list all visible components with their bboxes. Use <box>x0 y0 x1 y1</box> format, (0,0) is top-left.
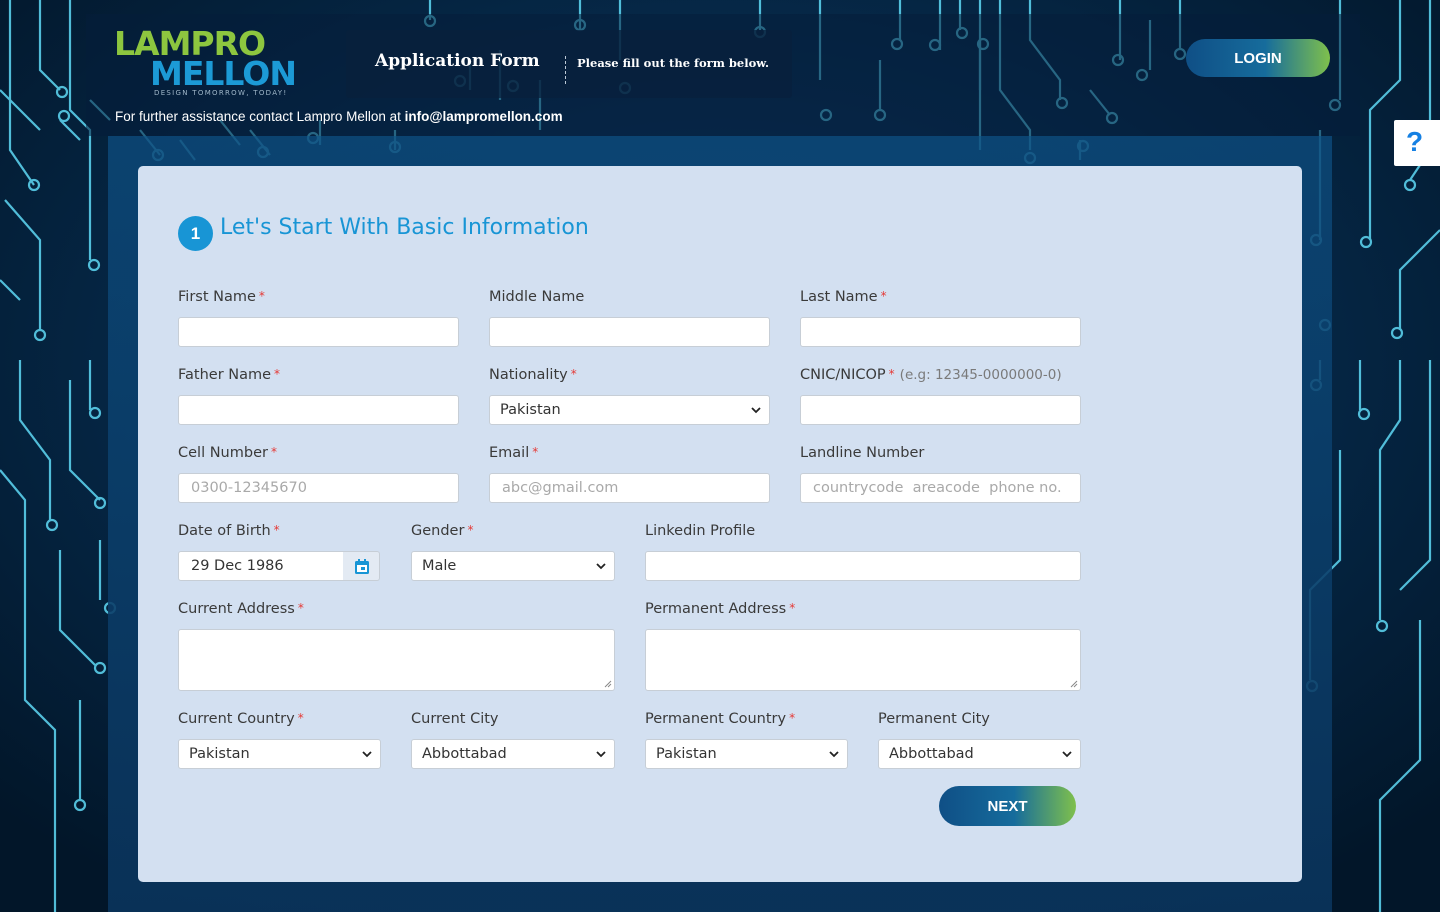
required-mark: * <box>532 445 539 459</box>
cell-number-label: Cell Number * <box>178 445 277 461</box>
contact-email-link[interactable]: info@lampromellon.com <box>405 109 563 124</box>
landline-label: Landline Number <box>800 445 925 461</box>
permanent-country-label-text: Permanent Country <box>645 711 787 727</box>
chevron-down-icon <box>1062 751 1072 758</box>
chevron-down-icon <box>596 563 606 570</box>
login-button[interactable]: LOGIN <box>1186 39 1330 77</box>
section-title: Let's Start With Basic Information <box>220 215 589 240</box>
resize-grip-icon[interactable] <box>604 680 612 688</box>
first-name-input[interactable] <box>178 317 459 347</box>
page-title: Application Form <box>375 51 540 71</box>
required-mark: * <box>467 523 474 537</box>
contact-line: For further assistance contact Lampro Me… <box>115 109 563 124</box>
first-name-label: First Name * <box>178 289 265 305</box>
current-country-label: Current Country * <box>178 711 304 727</box>
father-name-label: Father Name * <box>178 367 280 383</box>
required-mark: * <box>273 523 280 537</box>
current-address-label: Current Address * <box>178 601 304 617</box>
required-mark: * <box>789 601 796 615</box>
current-city-select[interactable]: Abbottabad <box>411 739 615 769</box>
required-mark: * <box>789 711 796 725</box>
cell-number-label-text: Cell Number <box>178 445 268 461</box>
calendar-icon <box>355 559 369 574</box>
cnic-label-text: CNIC/NICOP <box>800 367 886 383</box>
email-label: Email * <box>489 445 538 461</box>
nationality-value: Pakistan <box>500 402 561 418</box>
last-name-label-text: Last Name <box>800 289 878 305</box>
chevron-down-icon <box>829 751 839 758</box>
current-address-textarea[interactable] <box>178 629 615 691</box>
current-country-value: Pakistan <box>189 746 250 762</box>
permanent-address-label-text: Permanent Address <box>645 601 787 617</box>
gender-select[interactable]: Male <box>411 551 615 581</box>
current-city-label: Current City <box>411 711 499 727</box>
linkedin-label: Linkedin Profile <box>645 523 756 539</box>
permanent-address-label: Permanent Address * <box>645 601 795 617</box>
email-label-text: Email <box>489 445 530 461</box>
required-mark: * <box>297 711 304 725</box>
gender-value: Male <box>422 558 457 574</box>
last-name-input[interactable] <box>800 317 1081 347</box>
email-input[interactable]: abc@gmail.com <box>489 473 770 503</box>
required-mark: * <box>888 367 895 381</box>
dob-label: Date of Birth * <box>178 523 280 539</box>
required-mark: * <box>297 601 304 615</box>
calendar-button[interactable] <box>343 551 380 581</box>
chevron-down-icon <box>751 407 761 414</box>
current-country-select[interactable]: Pakistan <box>178 739 381 769</box>
required-mark: * <box>270 445 277 459</box>
permanent-city-select[interactable]: Abbottabad <box>878 739 1081 769</box>
linkedin-input[interactable] <box>645 551 1081 581</box>
cnic-label: CNIC/NICOP * (e.g: 12345-0000000-0) <box>800 367 1062 383</box>
current-address-label-text: Current Address <box>178 601 295 617</box>
cnic-input[interactable] <box>800 395 1081 425</box>
permanent-country-select[interactable]: Pakistan <box>645 739 848 769</box>
current-city-value: Abbottabad <box>422 746 507 762</box>
logo-tagline: DESIGN TOMORROW, TODAY! <box>154 89 288 97</box>
gender-label: Gender * <box>411 523 473 539</box>
title-divider <box>565 56 566 84</box>
gender-label-text: Gender <box>411 523 465 539</box>
middle-name-label: Middle Name <box>489 289 585 305</box>
chevron-down-icon <box>596 751 606 758</box>
father-name-input[interactable] <box>178 395 459 425</box>
step-badge: 1 <box>178 216 213 251</box>
chevron-down-icon <box>362 751 372 758</box>
help-icon: ? <box>1406 126 1424 157</box>
nationality-select[interactable]: Pakistan <box>489 395 770 425</box>
permanent-city-label: Permanent City <box>878 711 990 727</box>
dob-input[interactable]: 29 Dec 1986 <box>178 551 344 581</box>
nationality-label-text: Nationality <box>489 367 568 383</box>
cell-number-input[interactable]: 0300-12345670 <box>178 473 459 503</box>
nationality-label: Nationality * <box>489 367 577 383</box>
contact-text: For further assistance contact Lampro Me… <box>115 109 405 124</box>
first-name-label-text: First Name <box>178 289 256 305</box>
next-button[interactable]: NEXT <box>939 786 1076 826</box>
middle-name-input[interactable] <box>489 317 770 347</box>
permanent-country-value: Pakistan <box>656 746 717 762</box>
help-button[interactable]: ? <box>1394 120 1440 166</box>
resize-grip-icon[interactable] <box>1070 680 1078 688</box>
required-mark: * <box>258 289 265 303</box>
page-subtitle: Please fill out the form below. <box>577 56 770 70</box>
permanent-address-textarea[interactable] <box>645 629 1081 691</box>
last-name-label: Last Name * <box>800 289 887 305</box>
father-name-label-text: Father Name <box>178 367 272 383</box>
required-mark: * <box>880 289 887 303</box>
current-country-label-text: Current Country <box>178 711 295 727</box>
required-mark: * <box>274 367 281 381</box>
cnic-hint: (e.g: 12345-0000000-0) <box>899 367 1062 383</box>
permanent-city-value: Abbottabad <box>889 746 974 762</box>
permanent-country-label: Permanent Country * <box>645 711 795 727</box>
logo-text-bottom: MELLON <box>150 54 297 93</box>
landline-input[interactable]: countrycode areacode phone no. <box>800 473 1081 503</box>
required-mark: * <box>570 367 577 381</box>
company-logo[interactable]: LAMPRO MELLON DESIGN TOMORROW, TODAY! <box>114 22 324 100</box>
dob-label-text: Date of Birth <box>178 523 271 539</box>
